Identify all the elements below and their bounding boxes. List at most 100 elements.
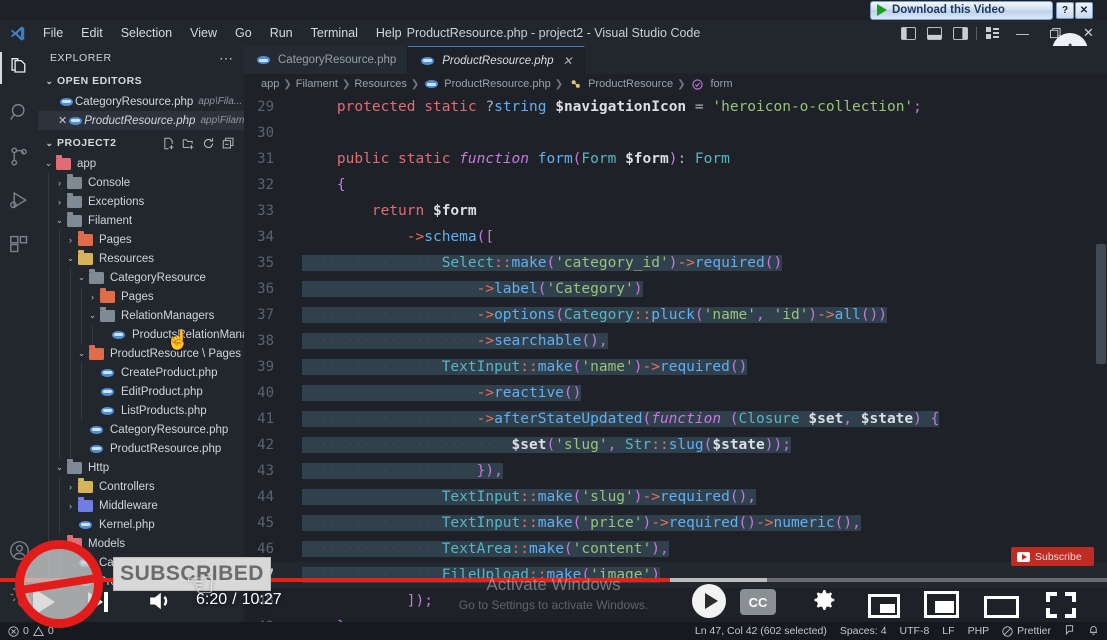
menu-terminal[interactable]: Terminal (302, 23, 367, 43)
download-this-video-button[interactable]: Download this Video (870, 0, 1053, 20)
code-line[interactable]: 42 ························$set('slug', S… (244, 432, 1107, 458)
code-line[interactable]: 39 ················TextInput::make('name'… (244, 354, 1107, 380)
theater-mode-button[interactable] (924, 591, 959, 618)
indentation-status[interactable]: Spaces: 4 (840, 625, 887, 637)
code-editor[interactable]: 29 protected static ?string $navigationI… (244, 94, 1107, 622)
breadcrumb-item-file[interactable]: ProductResource.php (444, 78, 550, 90)
tree-folder-row[interactable]: › Console (38, 173, 244, 192)
bell-icon[interactable] (1088, 624, 1099, 639)
tab-category-resource[interactable]: CategoryResource.php (244, 46, 409, 74)
tab-close-icon[interactable]: ✕ (563, 54, 573, 68)
tree-file-row[interactable]: CreateProduct.php (38, 363, 244, 382)
video-settings-button[interactable] (808, 585, 838, 620)
code-line[interactable]: 43 ····················}), (244, 458, 1107, 484)
new-folder-icon[interactable] (182, 137, 195, 150)
tab-product-resource[interactable]: ProductResource.php ✕ (408, 46, 585, 74)
tree-file-row[interactable]: ProductResource.php (38, 439, 244, 458)
menu-help[interactable]: Help (367, 23, 411, 43)
prettier-status[interactable]: Prettier (1002, 625, 1051, 637)
tree-file-row[interactable]: Kernel.php (38, 515, 244, 534)
download-popup-help-button[interactable]: ? (1056, 1, 1074, 19)
cursor-position[interactable]: Ln 47, Col 42 (602 selected) (695, 625, 827, 637)
minimize-button[interactable]: — (1006, 20, 1039, 46)
editor-vertical-scrollbar[interactable] (1095, 94, 1107, 622)
captions-button[interactable]: CC (740, 589, 776, 615)
code-line[interactable]: 34 ->schema([ (244, 224, 1107, 250)
menu-file[interactable]: File (34, 23, 72, 43)
volume-button[interactable] (146, 588, 178, 614)
breadcrumb-item-resources[interactable]: Resources (354, 78, 407, 90)
code-line[interactable]: 45 ················TextInput::make('price… (244, 510, 1107, 536)
language-mode-status[interactable]: PHP (968, 625, 990, 637)
tree-folder-row[interactable]: ⌄ RelationManagers (38, 306, 244, 325)
code-line[interactable]: 30 (244, 120, 1107, 146)
menu-bar[interactable]: File Edit Selection View Go Run Terminal… (34, 23, 411, 43)
menu-view[interactable]: View (181, 23, 226, 43)
code-line[interactable]: 29 protected static ?string $navigationI… (244, 94, 1107, 120)
eol-status[interactable]: LF (942, 625, 954, 637)
activity-source-control-icon[interactable] (0, 134, 38, 178)
miniplayer-button[interactable] (868, 594, 900, 618)
feedback-icon[interactable] (1064, 624, 1075, 639)
open-editor-item[interactable]: CategoryResource.php app\Fila... (38, 92, 244, 111)
tree-folder-row[interactable]: ⌄ Filament (38, 211, 244, 230)
customize-layout-icon[interactable] (980, 20, 1006, 46)
close-icon[interactable]: ✕ (58, 114, 67, 127)
code-line[interactable]: 41 ····················->afterStateUpdate… (244, 406, 1107, 432)
tree-folder-row[interactable]: ⌄ Resources (38, 249, 244, 268)
tree-folder-row[interactable]: › Exceptions (38, 192, 244, 211)
play-pause-circle-button[interactable] (692, 584, 726, 618)
project-section-header[interactable]: ⌄ PROJECT2 (38, 132, 244, 154)
tree-file-row[interactable]: CategoryResource.php (38, 420, 244, 439)
scrollbar-thumb[interactable] (1096, 244, 1106, 364)
breadcrumb-item-filament[interactable]: Filament (296, 78, 338, 90)
menu-selection[interactable]: Selection (112, 23, 181, 43)
code-line[interactable]: 33 return $form (244, 198, 1107, 224)
breadcrumb-item-method[interactable]: form (710, 78, 732, 90)
open-editor-item[interactable]: ✕ ProductResource.php app\Filam... (38, 111, 244, 130)
toggle-panel-icon[interactable] (921, 20, 947, 46)
breadcrumb-item-class[interactable]: ProductResource (588, 78, 673, 90)
menu-go[interactable]: Go (226, 23, 261, 43)
explorer-more-icon[interactable]: ⋯ (219, 50, 234, 67)
tree-folder-row[interactable]: ⌄ app (38, 154, 244, 173)
code-line[interactable]: 35 ················Select::make('category… (244, 250, 1107, 276)
encoding-status[interactable]: UTF-8 (900, 625, 930, 637)
tree-folder-row[interactable]: ⌄ CategoryResource (38, 268, 244, 287)
menu-edit[interactable]: Edit (72, 23, 112, 43)
toggle-secondary-sidebar-icon[interactable] (947, 20, 973, 46)
tree-folder-row[interactable]: › Controllers (38, 477, 244, 496)
code-line[interactable]: 31 public static function form(Form $for… (244, 146, 1107, 172)
tree-folder-row[interactable]: ⌄ ProductResource \ Pages (38, 344, 244, 363)
activity-run-debug-icon[interactable] (0, 178, 38, 222)
open-editors-section-header[interactable]: ⌄ OPEN EDITORS (38, 70, 244, 92)
tree-file-row[interactable]: ProductsRelationManage... (38, 325, 244, 344)
code-line[interactable]: 36 ····················->label('Category'… (244, 276, 1107, 302)
code-line[interactable]: 32 { (244, 172, 1107, 198)
activity-explorer-icon[interactable] (0, 46, 38, 90)
code-line[interactable]: 44 ················TextInput::make('slug'… (244, 484, 1107, 510)
toggle-primary-sidebar-icon[interactable] (895, 20, 921, 46)
breadcrumb-item-app[interactable]: app (261, 78, 279, 90)
code-line[interactable]: 38 ····················->searchable(), (244, 328, 1107, 354)
refresh-icon[interactable] (202, 137, 215, 150)
code-line[interactable]: 46 ················TextArea::make('conten… (244, 536, 1107, 562)
fullscreen-button[interactable] (1046, 592, 1076, 618)
menu-run[interactable]: Run (261, 23, 302, 43)
tree-file-row[interactable]: ListProducts.php (38, 401, 244, 420)
code-line[interactable]: 40 ····················->reactive() (244, 380, 1107, 406)
activity-extensions-icon[interactable] (0, 222, 38, 266)
tree-folder-row[interactable]: › Pages (38, 230, 244, 249)
download-popup-close-button[interactable]: ✕ (1075, 1, 1093, 19)
picture-in-picture-button[interactable] (984, 596, 1019, 618)
tree-folder-row[interactable]: › Middleware (38, 496, 244, 515)
tree-folder-row[interactable]: › Pages (38, 287, 244, 306)
new-file-icon[interactable] (162, 137, 175, 150)
activity-search-icon[interactable] (0, 90, 38, 134)
tree-file-row[interactable]: EditProduct.php (38, 382, 244, 401)
collapse-all-icon[interactable] (222, 137, 235, 150)
problems-status[interactable]: 0 0 (8, 625, 54, 637)
download-video-popup[interactable]: Download this Video ? ✕ (870, 0, 1107, 20)
subscribe-button[interactable]: Subscribe (1011, 547, 1094, 566)
tree-folder-row[interactable]: ⌄ Http (38, 458, 244, 477)
